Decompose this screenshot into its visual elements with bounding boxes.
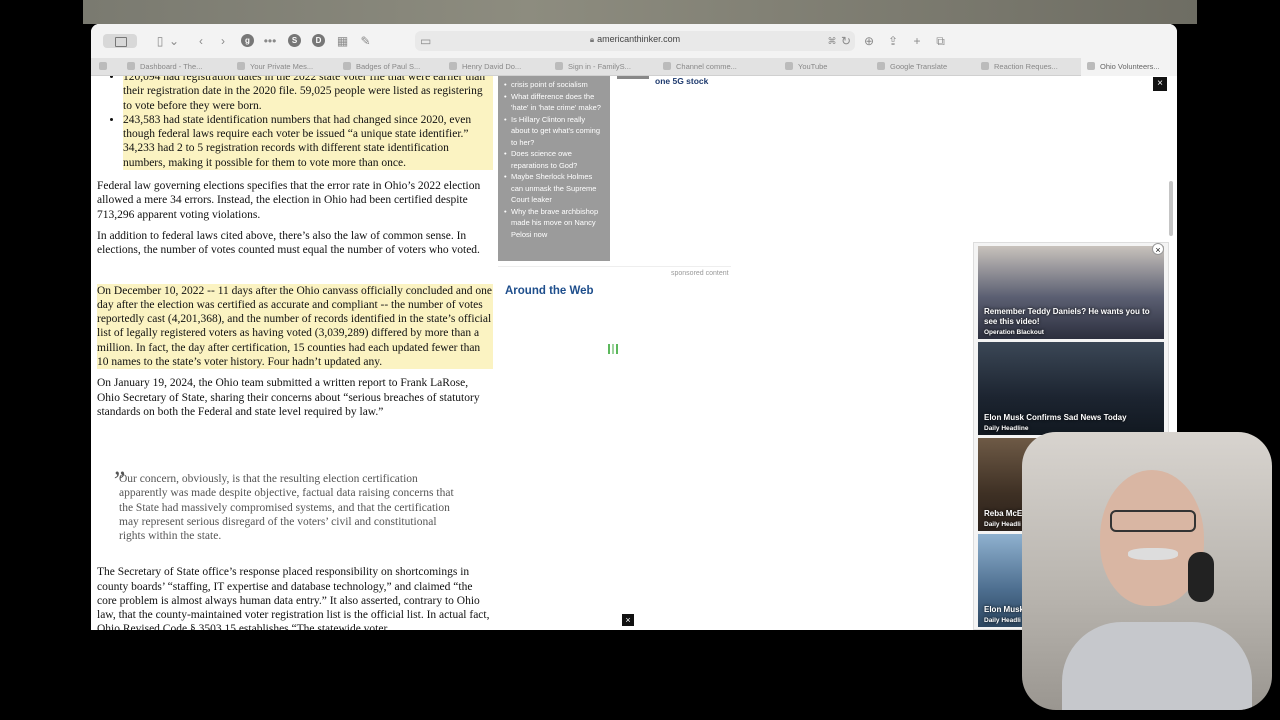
ad-title: Remember Teddy Daniels? He wants you to … [984,307,1150,326]
reload-icon[interactable]: ↻ [840,33,852,49]
article-paragraph-highlighted: On December 10, 2022 -- 11 days after th… [97,283,493,370]
related-link[interactable]: crisis point of socialism [504,79,604,91]
tab-dashboard[interactable]: Dashboard - The... [121,58,229,76]
grid-icon[interactable]: ▦ [336,33,349,49]
related-link[interactable]: What difference does the 'hate' in 'hate… [504,91,604,114]
ad-source: Daily Headli [984,521,1021,528]
related-link[interactable]: Maybe Sherlock Holmes can unmask the Sup… [504,171,604,206]
ad-card[interactable]: Remember Teddy Daniels? He wants you to … [978,246,1164,339]
related-link[interactable]: Does science owe reparations to God? [504,148,604,171]
browser-window: ▯ ⌄ ‹ › g ••• S D ▦ ✎ ▭ 🔒︎ americanthinke… [91,24,1177,630]
share-icon[interactable]: ⇪ [887,33,899,49]
tab-badges[interactable]: Badges of Paul S... [337,58,441,76]
browser-toolbar: ▯ ⌄ ‹ › g ••• S D ▦ ✎ ▭ 🔒︎ americanthinke… [91,24,1177,58]
teaser-thumbnail[interactable] [617,76,649,79]
sidebar-toggle-icon[interactable] [103,34,137,48]
sidebar-icon[interactable]: ▯ [153,33,167,49]
related-link[interactable]: Why the brave archbishop made his move o… [504,206,604,241]
chevron-down-icon[interactable]: ⌄ [169,33,179,49]
article-bullet-2: 243,583 had state identification numbers… [123,112,493,171]
close-ads-button[interactable]: × [1152,243,1164,255]
block-quote: Our concern, obviously, is that the resu… [119,473,454,543]
related-articles: crisis point of socialism What differenc… [498,76,610,261]
ad-source: Daily Headli [984,617,1021,624]
close-ad-button[interactable]: × [1153,77,1167,91]
sponsored-label: sponsored content [671,270,729,277]
pen-icon[interactable]: ✎ [359,33,372,49]
download-icon[interactable]: ⊕ [863,33,875,49]
tab-familysearch[interactable]: Sign in - FamilyS... [549,58,653,76]
ad-card[interactable]: Elon Musk Confirms Sad News Today Daily … [978,342,1164,435]
tab-overview-icon[interactable]: ⧉ [934,33,947,49]
headphones-icon [1188,552,1214,602]
tab-private-messages[interactable]: Your Private Mes... [231,58,335,76]
desktop: ▯ ⌄ ‹ › g ••• S D ▦ ✎ ▭ 🔒︎ americanthinke… [0,0,1280,720]
page-content: 120,094 had registration dates in the 20… [91,76,1177,630]
article-paragraph: In addition to federal laws cited above,… [97,229,480,257]
url-text: americanthinker.com [597,34,681,44]
article-bullet-1: 120,094 had registration dates in the 20… [123,76,493,113]
article-paragraph: On January 19, 2024, the Ohio team submi… [97,377,480,418]
tab-henry-david[interactable]: Henry David Do... [443,58,547,76]
teaser-link[interactable]: one 5G stock [655,76,708,86]
extension-icon[interactable]: g [241,34,254,47]
ad-source: Daily Headline [984,425,1029,432]
around-the-web-heading: Around the Web [505,285,594,297]
related-link[interactable]: Is Hillary Clinton really about to get w… [504,114,604,149]
back-icon[interactable]: ‹ [195,33,207,49]
more-icon[interactable]: ••• [263,33,277,49]
lock-icon: 🔒︎ [589,35,595,44]
article-paragraph: Federal law governing elections specifie… [97,180,481,221]
tab-channel-comments[interactable]: Channel comme... [657,58,775,76]
extension-s-icon[interactable]: S [288,34,301,47]
new-tab-icon[interactable]: + [911,33,923,49]
article-body: 120,094 had registration dates in the 20… [97,76,493,630]
tab-group-icon[interactable] [99,58,113,76]
ad-title: Elon Musk Confirms Sad News Today [984,413,1127,422]
tab-ohio-volunteers[interactable]: Ohio Volunteers... [1081,58,1177,76]
extension-d-icon[interactable]: D [312,34,325,47]
webcam-person-shirt [1062,622,1252,710]
loading-spinner-icon [608,344,622,354]
translate-icon[interactable]: ⌘ [825,33,839,49]
forward-icon[interactable]: › [217,33,229,49]
webcam-mustache [1128,548,1178,560]
page-scrollbar[interactable] [1169,181,1173,236]
divider [498,266,731,267]
tab-reaction-requests[interactable]: Reaction Reques... [975,58,1079,76]
address-bar[interactable]: ▭ 🔒︎ americanthinker.com ⌘ ↻ [415,31,855,51]
menu-bar [83,0,1197,24]
webcam-glasses [1110,510,1196,532]
ad-source: Operation Blackout [984,329,1044,336]
close-bottom-ad-button[interactable]: × [622,614,634,626]
webcam-overlay [1022,432,1272,710]
tab-bar: Dashboard - The... Your Private Mes... B… [91,58,1177,76]
tab-google-translate[interactable]: Google Translate [871,58,975,76]
tab-youtube[interactable]: YouTube [779,58,871,76]
article-paragraph: The Secretary of State office’s response… [97,566,490,630]
